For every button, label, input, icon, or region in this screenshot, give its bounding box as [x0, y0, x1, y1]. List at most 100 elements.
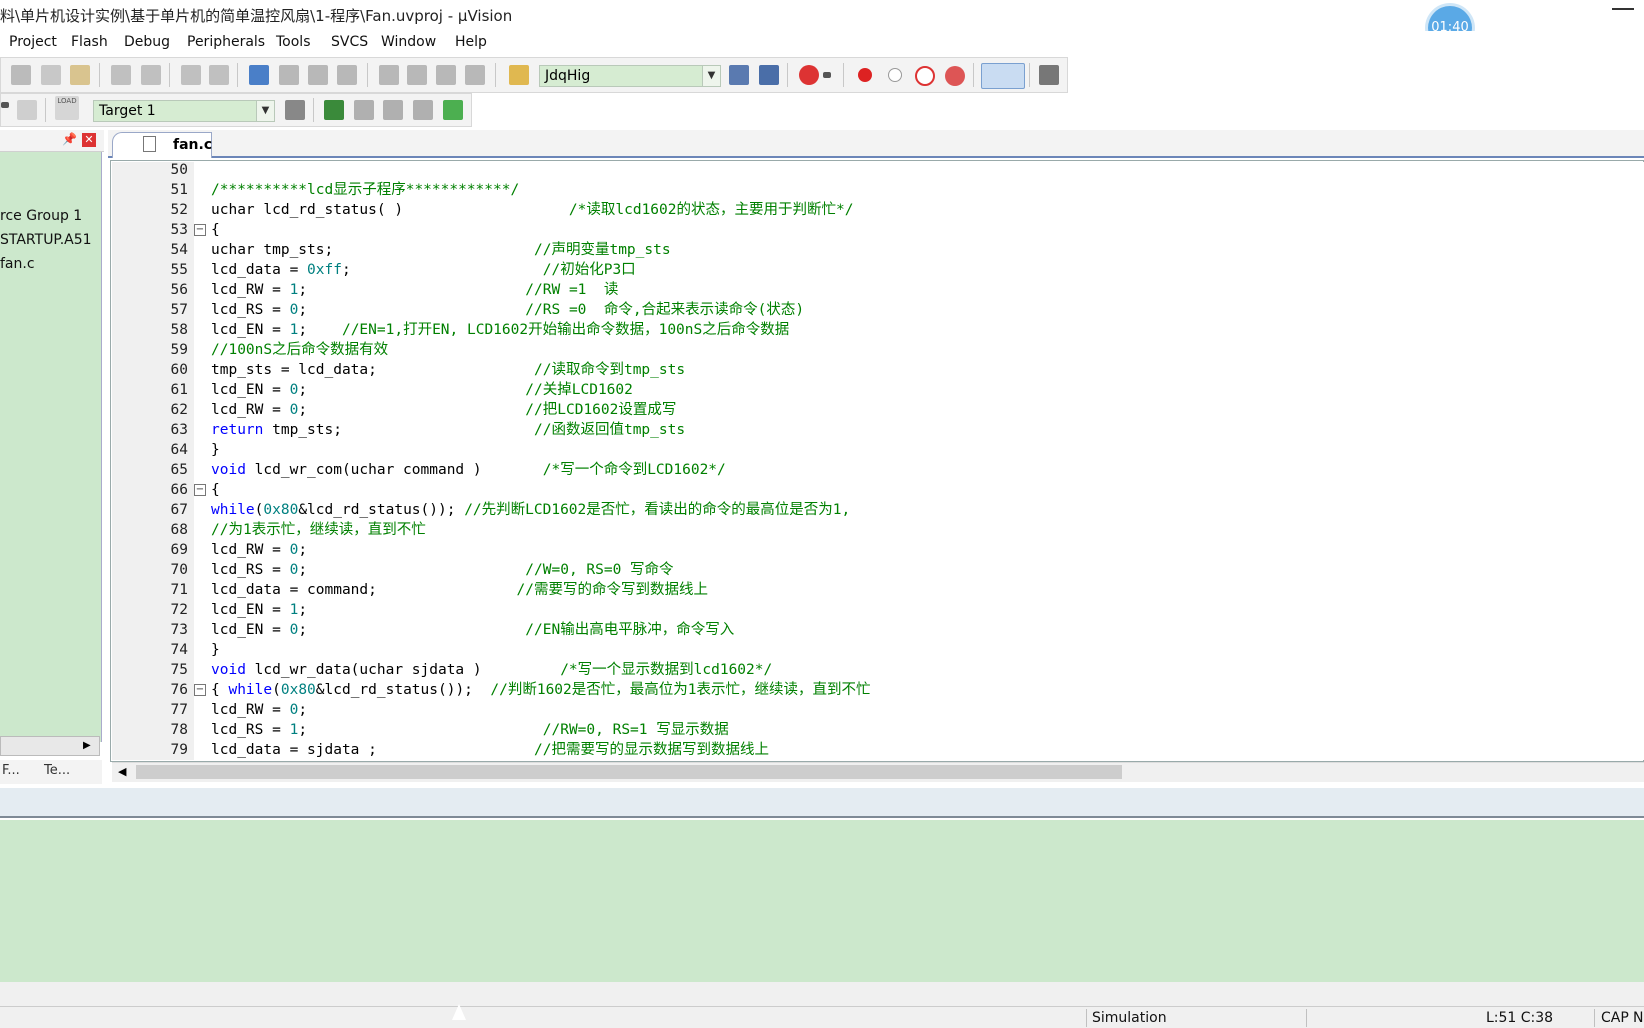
code-token: //EN输出高电平脉冲，命令写入 [525, 622, 735, 638]
load-icon[interactable]: LOAD [55, 96, 79, 120]
line-number: 76 [170, 682, 188, 698]
breakpoint-icon[interactable] [858, 68, 872, 82]
code-token: ; [298, 702, 308, 718]
unindent-icon[interactable] [407, 65, 427, 85]
code-token: } [211, 642, 220, 658]
run-time-environment-icon[interactable] [383, 100, 403, 120]
window-layout-icon[interactable] [981, 63, 1025, 89]
menu-svcs[interactable]: SVCS [331, 34, 368, 50]
toolbar-separator [367, 63, 368, 87]
build-output-panel[interactable] [0, 820, 1644, 982]
code-token: ; [298, 382, 526, 398]
scroll-left-icon[interactable]: ◀ [118, 765, 126, 778]
code-token: //RW=0, RS=1 写显示数据 [542, 722, 729, 738]
chevron-down-icon[interactable] [1, 102, 9, 108]
debug-session-icon[interactable] [799, 65, 819, 85]
menu-window[interactable]: Window [381, 34, 436, 50]
line-number: 67 [170, 502, 188, 518]
undo-icon[interactable] [111, 65, 131, 85]
batch-build-icon[interactable] [17, 100, 37, 120]
code-token: ; [298, 542, 308, 558]
disable-breakpoint-icon[interactable] [888, 68, 902, 82]
tree-item-startup[interactable]: STARTUP.A51 [0, 232, 92, 248]
code-line: lcd_RS = 0; //RS =0 命令,合起来表示读命令(状态) [211, 300, 804, 320]
code-token: { [211, 482, 220, 498]
code-token: 1 [289, 602, 299, 618]
menu-help[interactable]: Help [455, 34, 487, 50]
menu-debug[interactable]: Debug [124, 34, 170, 50]
scroll-right-icon[interactable]: ▶ [83, 740, 91, 751]
minimize-icon[interactable] [1612, 8, 1634, 10]
code-token: uchar lcd_rd_status( ) [211, 202, 569, 218]
scrollbar-thumb[interactable] [136, 765, 1122, 779]
toolbar-separator [169, 63, 170, 87]
incremental-find-icon[interactable] [759, 65, 779, 85]
tree-item-fan-c[interactable]: fan.c [0, 256, 35, 272]
chevron-down-icon[interactable] [823, 72, 831, 78]
file-extensions-icon[interactable] [354, 100, 374, 120]
code-token: /**********lcd显示子程序************/ [211, 182, 520, 198]
chevron-down-icon[interactable]: ▼ [256, 101, 274, 121]
code-line: lcd_EN = 1; [211, 600, 307, 620]
copy-icon[interactable] [41, 65, 61, 85]
line-number: 53 [170, 222, 188, 238]
find-combo[interactable]: JdqHig ▼ [539, 65, 721, 87]
code-token: //函数返回值tmp_sts [534, 422, 686, 438]
find-in-files-icon[interactable] [509, 65, 529, 85]
fold-toggle-icon[interactable]: − [194, 224, 206, 236]
fold-toggle-icon[interactable]: − [194, 684, 206, 696]
pack-installer-icon[interactable] [443, 100, 463, 120]
close-icon[interactable]: ✕ [82, 133, 96, 147]
select-packs-icon[interactable] [413, 100, 433, 120]
configure-wrench-icon[interactable] [1039, 65, 1059, 85]
code-token: //W=0, RS=0 写命令 [525, 562, 674, 578]
find-icon[interactable] [729, 65, 749, 85]
target-options-icon[interactable] [285, 100, 305, 120]
menu-peripherals[interactable]: Peripherals [187, 34, 265, 50]
tab-fan-c[interactable]: fan.c [112, 132, 212, 158]
cut-icon[interactable] [11, 65, 31, 85]
line-number: 57 [170, 302, 188, 318]
tree-item-source-group[interactable]: rce Group 1 [0, 208, 82, 224]
menu-project[interactable]: Project [9, 34, 57, 50]
redo-icon[interactable] [141, 65, 161, 85]
fold-toggle-icon[interactable]: − [194, 484, 206, 496]
target-select[interactable]: Target 1 ▼ [93, 100, 275, 122]
clear-bookmarks-icon[interactable] [337, 65, 357, 85]
chevron-down-icon[interactable]: ▼ [702, 66, 720, 86]
line-number: 50 [170, 162, 188, 178]
status-caps-lock: CAP [1601, 1010, 1629, 1026]
indent-icon[interactable] [379, 65, 399, 85]
code-token: lcd_RS = [211, 302, 290, 318]
tab-files[interactable]: F... [2, 763, 20, 778]
comment-icon[interactable] [436, 65, 456, 85]
code-token: lcd_data = sjdata ; [211, 742, 535, 758]
manage-components-icon[interactable] [324, 100, 344, 120]
code-token: /*写一个显示数据到lcd1602*/ [560, 662, 773, 678]
bookmark-icon[interactable] [249, 65, 269, 85]
navigate-forward-icon[interactable] [209, 65, 229, 85]
code-line: lcd_data = 0xff; //初始化P3口 [211, 260, 636, 280]
line-number: 61 [170, 382, 188, 398]
next-bookmark-icon[interactable] [308, 65, 328, 85]
menu-flash[interactable]: Flash [71, 34, 108, 50]
kill-all-breakpoints-icon[interactable] [945, 66, 965, 86]
disable-all-breakpoints-icon[interactable] [915, 66, 935, 86]
output-header [0, 788, 1644, 818]
tab-templates[interactable]: Te... [44, 763, 70, 778]
code-token: &lcd_rd_status()); [298, 502, 465, 518]
line-number: 51 [170, 182, 188, 198]
code-token: ; [298, 562, 526, 578]
code-token: return [211, 422, 264, 438]
navigate-back-icon[interactable] [181, 65, 201, 85]
pin-icon[interactable]: 📌 [62, 132, 77, 146]
menu-tools[interactable]: Tools [276, 34, 311, 50]
uncomment-icon[interactable] [465, 65, 485, 85]
code-token: lcd_EN = [211, 322, 290, 338]
paste-icon[interactable] [70, 65, 90, 85]
project-scrollbar[interactable]: ▶ [0, 736, 100, 756]
code-token: 0 [289, 302, 299, 318]
line-number: 66 [170, 482, 188, 498]
prev-bookmark-icon[interactable] [279, 65, 299, 85]
code-line: lcd_data = command; //需要写的命令写到数据线上 [211, 580, 708, 600]
